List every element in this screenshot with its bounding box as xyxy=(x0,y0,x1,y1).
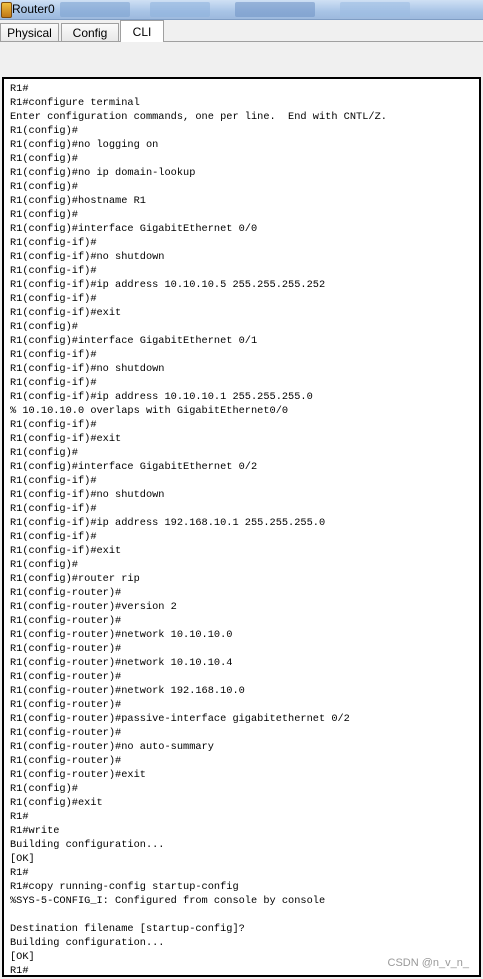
console-line: R1(config-if)# xyxy=(10,237,97,249)
console-line: R1(config-router)# xyxy=(10,643,122,655)
console-line: R1(config-if)# xyxy=(10,293,97,305)
console-line: R1(config)# xyxy=(10,447,78,459)
console-line: R1# xyxy=(10,83,29,95)
console-line: R1(config-if)# xyxy=(10,475,97,487)
console-line: R1(config-if)# xyxy=(10,531,97,543)
console-line: Enter configuration commands, one per li… xyxy=(10,111,387,123)
console-output: R1# R1#configure terminal Enter configurat… xyxy=(10,82,387,977)
console-line: R1(config)#hostname R1 xyxy=(10,195,146,207)
console-line: R1(config-if)#ip address 10.10.10.5 255.… xyxy=(10,279,326,291)
console-line: R1(config-router)# xyxy=(10,699,122,711)
console-line: R1(config)#interface GigabitEthernet 0/0 xyxy=(10,223,258,235)
tab-config[interactable]: Config xyxy=(61,23,119,41)
console-line: R1(config-router)#version 2 xyxy=(10,601,177,613)
console-line: R1#write xyxy=(10,825,60,837)
console-line: R1# xyxy=(10,965,29,977)
console-line: [OK] xyxy=(10,951,35,963)
titlebar-decoration xyxy=(340,2,410,17)
console-line: R1(config)# xyxy=(10,125,78,137)
window-title: Router0 xyxy=(12,2,55,16)
console-line: R1(config)# xyxy=(10,181,78,193)
console-line: R1(config-router)# xyxy=(10,615,122,627)
console-line: R1(config-if)# xyxy=(10,265,97,277)
console-line: R1(config-if)#ip address 10.10.10.1 255.… xyxy=(10,391,313,403)
console-line: R1(config)# xyxy=(10,321,78,333)
console-line: R1(config-router)#no auto-summary xyxy=(10,741,214,753)
tab-physical[interactable]: Physical xyxy=(0,23,59,41)
console-line: R1(config)# xyxy=(10,209,78,221)
console-line: R1(config-if)#exit xyxy=(10,307,122,319)
console-line: R1(config)# xyxy=(10,153,78,165)
titlebar-decoration xyxy=(235,2,315,17)
console-line: R1# xyxy=(10,811,29,823)
router-app-icon xyxy=(1,2,12,18)
console-line: R1(config-router)# xyxy=(10,671,122,683)
console-line: R1(config-router)#network 10.10.10.0 xyxy=(10,629,233,641)
console-line: %SYS-5-CONFIG_I: Configured from console… xyxy=(10,895,326,907)
console-line: R1(config-router)# xyxy=(10,755,122,767)
console-line: R1#copy running-config startup-config xyxy=(10,881,239,893)
console-line: % 10.10.10.0 overlaps with GigabitEthern… xyxy=(10,405,289,417)
console-line: Building configuration... xyxy=(10,937,165,949)
console-line: R1(config)#no ip domain-lookup xyxy=(10,167,196,179)
console-line: R1(config)#exit xyxy=(10,797,103,809)
console-line: Destination filename [startup-config]? xyxy=(10,923,245,935)
watermark: CSDN @n_v_n_ xyxy=(387,957,469,969)
tab-cli[interactable]: CLI xyxy=(120,20,164,42)
console-line: R1(config-if)# xyxy=(10,349,97,361)
console-line: R1(config)# xyxy=(10,783,78,795)
console-line: R1(config-router)#passive-interface giga… xyxy=(10,713,350,725)
console-line: R1(config)#no logging on xyxy=(10,139,159,151)
console-line: R1#configure terminal xyxy=(10,97,140,109)
console-line: R1(config)# xyxy=(10,559,78,571)
console-line: R1(config)#interface GigabitEthernet 0/2 xyxy=(10,461,258,473)
console-line: R1(config-if)# xyxy=(10,503,97,515)
console-line: R1(config-if)#ip address 192.168.10.1 25… xyxy=(10,517,326,529)
console-line: R1(config-router)#network 192.168.10.0 xyxy=(10,685,245,697)
console-line: R1(config-if)#no shutdown xyxy=(10,363,165,375)
console-line: R1(config)#interface GigabitEthernet 0/1 xyxy=(10,335,258,347)
console-line: R1(config-if)#no shutdown xyxy=(10,489,165,501)
console-line: R1(config-if)#no shutdown xyxy=(10,251,165,263)
console-line: R1(config-router)# xyxy=(10,727,122,739)
console-line: R1(config-router)#exit xyxy=(10,769,146,781)
console-line: [OK] xyxy=(10,853,35,865)
console-line: Building configuration... xyxy=(10,839,165,851)
titlebar-decoration xyxy=(60,2,130,17)
console-line: R1(config-if)#exit xyxy=(10,545,122,557)
ios-command-line-console[interactable]: R1# R1#configure terminal Enter configurat… xyxy=(2,77,481,977)
window-titlebar: Router0 xyxy=(0,0,483,20)
console-line: R1# xyxy=(10,867,29,879)
console-line: R1(config-router)# xyxy=(10,587,122,599)
console-line: R1(config-if)# xyxy=(10,377,97,389)
titlebar-decoration xyxy=(150,2,210,17)
console-line: R1(config-router)#network 10.10.10.4 xyxy=(10,657,233,669)
console-line: R1(config)#router rip xyxy=(10,573,140,585)
console-line: R1(config-if)# xyxy=(10,419,97,431)
console-line: R1(config-if)#exit xyxy=(10,433,122,445)
